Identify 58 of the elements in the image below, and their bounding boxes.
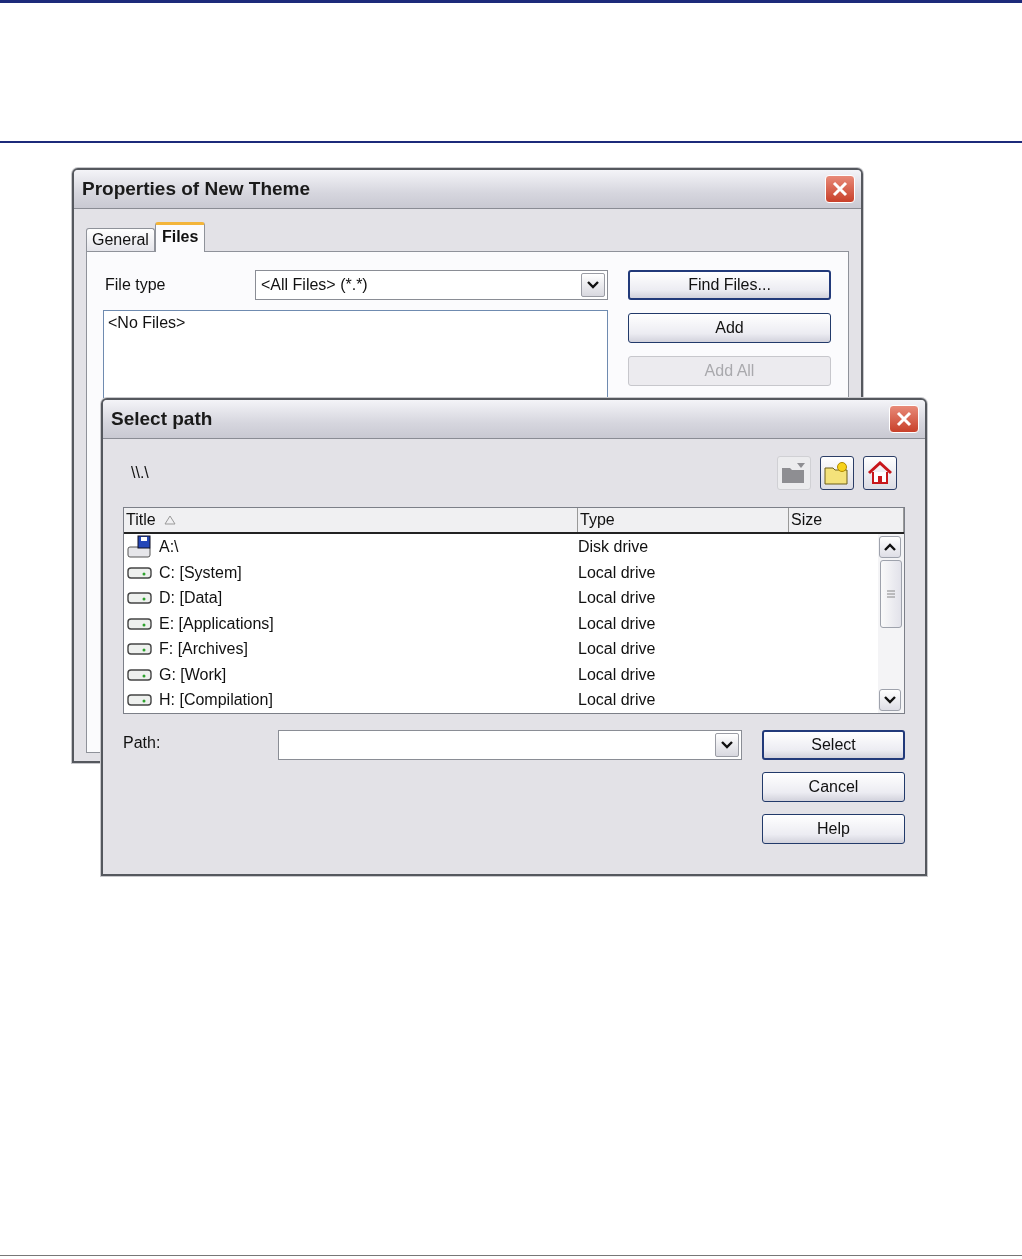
folder-icon <box>781 462 807 484</box>
path-label: Path: <box>123 734 162 752</box>
toolbar-button[interactable] <box>863 456 897 490</box>
close-button[interactable] <box>889 405 919 433</box>
dialog-button[interactable]: Help <box>762 814 905 844</box>
dropdown-button[interactable] <box>581 273 605 297</box>
file-type-label: File type <box>105 276 167 294</box>
table-cell-text: Disk drive <box>578 538 650 557</box>
table-cell[interactable]: E: [Applications] <box>159 614 274 633</box>
table-cell-text: Local drive <box>578 589 657 608</box>
column-header[interactable]: Title <box>126 510 156 529</box>
column-header[interactable]: Size <box>791 510 823 529</box>
scroll-thumb[interactable] <box>880 559 902 628</box>
table-cell-text: Local drive <box>578 665 657 684</box>
chevron-up-icon <box>884 542 896 551</box>
dropdown-button[interactable] <box>715 733 739 757</box>
window-title: Select path <box>111 408 213 430</box>
current-path: \\.\ <box>131 464 149 482</box>
chevron-down-icon <box>587 281 599 289</box>
tab[interactable]: General <box>86 228 155 251</box>
file-type-dropdown[interactable]: <All Files> (*.*) <box>255 270 608 300</box>
close-icon <box>831 180 849 198</box>
grip-icon <box>887 589 895 598</box>
chevron-down-icon <box>721 741 733 749</box>
dialog-button[interactable]: Find Files... <box>628 270 831 300</box>
toolbar-button[interactable] <box>820 456 854 490</box>
hard-drive-icon <box>127 565 153 580</box>
hard-drive-icon <box>127 642 153 657</box>
sort-icon <box>163 514 176 525</box>
table-cell[interactable]: D: [Data] <box>159 589 223 608</box>
scroll-up-button[interactable] <box>879 535 901 558</box>
scroll-down-button[interactable] <box>879 689 901 711</box>
hard-drive-icon <box>127 616 153 631</box>
table-cell[interactable]: H: [Compilation] <box>159 691 273 710</box>
new-folder-icon <box>824 461 850 485</box>
path-field[interactable] <box>278 730 742 760</box>
table-cell[interactable]: A:\ <box>159 538 179 557</box>
table-cell[interactable]: C: [System] <box>159 563 242 582</box>
close-icon <box>895 410 913 428</box>
table-cell-text: Local drive <box>578 614 657 633</box>
column-header[interactable]: Type <box>580 510 615 529</box>
close-button[interactable] <box>825 175 855 203</box>
table-cell-text: Local drive <box>578 691 657 710</box>
home-icon <box>867 461 893 485</box>
dialog-button[interactable]: Cancel <box>762 772 905 802</box>
tab[interactable]: Files <box>154 222 206 252</box>
table-cell-text: Local drive <box>578 640 657 659</box>
hard-drive-icon <box>127 667 153 682</box>
list-item: <No Files> <box>108 314 186 331</box>
dialog-button[interactable]: Add <box>628 313 831 343</box>
table-cell[interactable]: F: [Archives] <box>159 640 248 659</box>
dialog-button[interactable]: Select <box>762 730 905 760</box>
table-cell-text: Local drive <box>578 563 657 582</box>
table-cell[interactable]: G: [Work] <box>159 665 227 684</box>
hard-drive-icon <box>127 591 153 606</box>
window-title: Properties of New Theme <box>82 178 311 200</box>
chevron-down-icon <box>884 696 896 704</box>
hard-drive-icon <box>127 693 153 708</box>
